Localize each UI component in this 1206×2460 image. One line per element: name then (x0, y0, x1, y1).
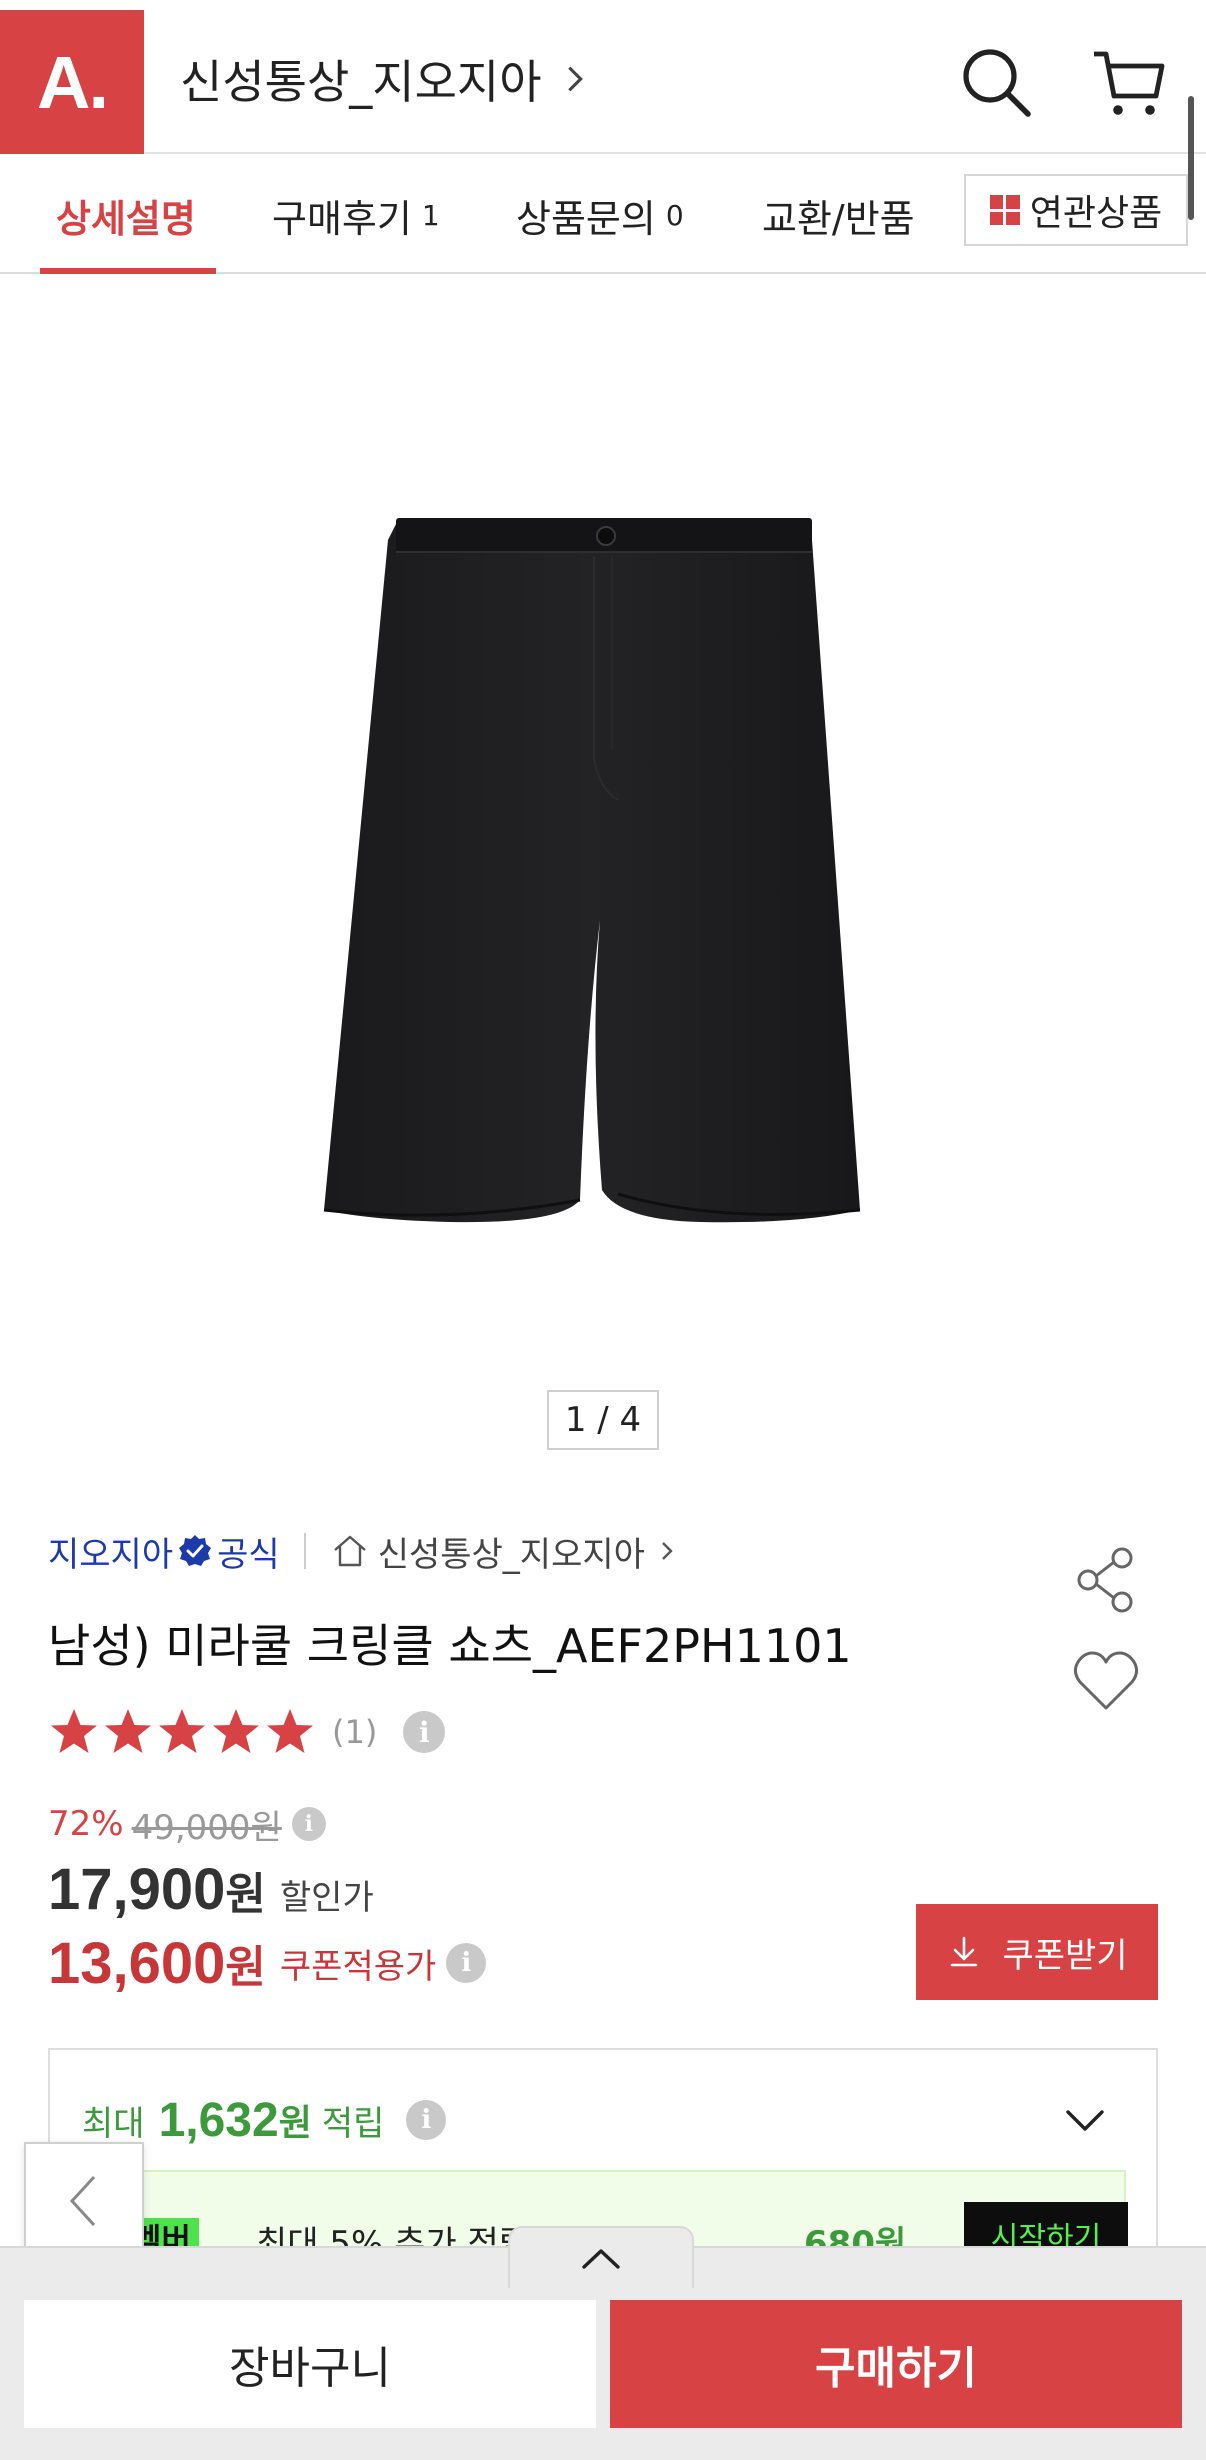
search-icon[interactable] (956, 42, 1036, 122)
product-image[interactable] (300, 500, 900, 1260)
chevron-left-icon (69, 2175, 96, 2227)
info-icon[interactable]: i (291, 1807, 326, 1841)
coupon-price-line: 13,600 원 쿠폰적용가 i (48, 1928, 487, 1998)
sale-price-line: 17,900 원 할인가 (48, 1856, 374, 1926)
coupon-price: 13,600 (48, 1930, 226, 1996)
shop-link[interactable]: 신성통상_지오지아 (330, 1527, 679, 1576)
info-icon[interactable]: i (403, 1711, 446, 1753)
back-button[interactable] (24, 2142, 144, 2260)
tab-reviews[interactable]: 구매후기 1 (272, 156, 440, 274)
collapse-toggle[interactable] (508, 2226, 694, 2288)
divider (303, 1533, 306, 1569)
discount-line: 72% 49,000원 i (48, 1800, 326, 1848)
star-rating (48, 1706, 318, 1758)
heart-icon[interactable] (1070, 1646, 1142, 1714)
product-name: 남성) 미라쿨 크링클 쇼츠_AEF2PH1101 (48, 1619, 852, 1673)
star-icon (159, 1709, 205, 1753)
related-products-button[interactable]: 연관상품 (964, 174, 1188, 246)
tab-label: 상품문의 (516, 196, 656, 241)
chevron-up-icon (582, 2249, 620, 2269)
related-products-label: 연관상품 (1029, 193, 1163, 234)
image-counter: 1 / 4 (547, 1390, 659, 1450)
add-to-cart-button[interactable]: 장바구니 (24, 2300, 596, 2428)
chevron-right-icon (567, 66, 583, 92)
active-tab-indicator (40, 268, 216, 274)
buy-now-button[interactable]: 구매하기 (610, 2300, 1182, 2428)
star-icon (267, 1709, 313, 1753)
download-icon (951, 1936, 978, 1967)
coupon-price-label: 쿠폰적용가 (279, 1946, 437, 1987)
info-icon[interactable]: i (446, 1943, 487, 1983)
brand-logo[interactable]: A. (0, 10, 144, 154)
sale-price: 17,900 (48, 1857, 226, 1922)
app-header: A. 신성통상_지오지아 (0, 0, 1206, 154)
star-icon (51, 1709, 97, 1753)
discount-rate: 72% (48, 1804, 124, 1844)
get-coupon-label: 쿠폰받기 (1002, 1935, 1128, 1976)
points-amount: 1,632 (158, 2093, 279, 2147)
grid-icon (989, 195, 1020, 225)
detail-tabs: 상세설명 구매후기 1 상품문의 0 교환/반품 연관상품 (0, 156, 1206, 274)
points-line: 최대 1,632 원 적립 i (82, 2090, 447, 2150)
home-icon (333, 1535, 366, 1567)
chevron-down-icon[interactable] (1060, 2096, 1110, 2146)
tab-exchange-return[interactable]: 교환/반품 (762, 156, 915, 274)
tab-label: 교환/반품 (762, 196, 915, 241)
tab-detail[interactable]: 상세설명 (56, 156, 196, 274)
sale-price-unit: 원 (225, 1869, 266, 1920)
get-coupon-button[interactable]: 쿠폰받기 (916, 1904, 1158, 2000)
star-icon (213, 1709, 259, 1753)
verified-badge-icon (179, 1535, 212, 1566)
tab-label: 상세설명 (56, 196, 196, 241)
official-label: 공식 (217, 1534, 280, 1575)
coupon-price-unit: 원 (225, 1942, 266, 1993)
original-price: 49,000원 (131, 1807, 282, 1848)
info-icon[interactable]: i (406, 2100, 447, 2140)
tab-count: 0 (665, 198, 684, 232)
review-count: (1) (332, 1713, 378, 1751)
store-title-text: 신성통상_지오지아 (180, 55, 542, 109)
brand-name-link[interactable]: 지오지아 (48, 1527, 173, 1576)
store-title-link[interactable]: 신성통상_지오지아 (180, 46, 592, 112)
points-unit: 원 (278, 2103, 312, 2144)
tab-qna[interactable]: 상품문의 0 (516, 156, 684, 274)
tab-label: 구매후기 (272, 196, 412, 241)
chevron-right-icon (662, 1542, 673, 1560)
cart-icon[interactable] (1088, 42, 1168, 122)
sale-price-label: 할인가 (279, 1878, 374, 1918)
brand-line: 지오지아 공식 신성통상_지오지아 (48, 1526, 679, 1576)
tab-count: 1 (421, 198, 440, 232)
points-prefix: 최대 (82, 2103, 145, 2144)
rating-row[interactable]: (1) i (48, 1704, 446, 1760)
shop-name: 신성통상_지오지아 (377, 1534, 645, 1575)
star-icon (105, 1709, 151, 1753)
scrollbar[interactable] (1188, 96, 1194, 220)
points-suffix: 적립 (321, 2103, 385, 2144)
share-icon[interactable] (1070, 1544, 1142, 1616)
